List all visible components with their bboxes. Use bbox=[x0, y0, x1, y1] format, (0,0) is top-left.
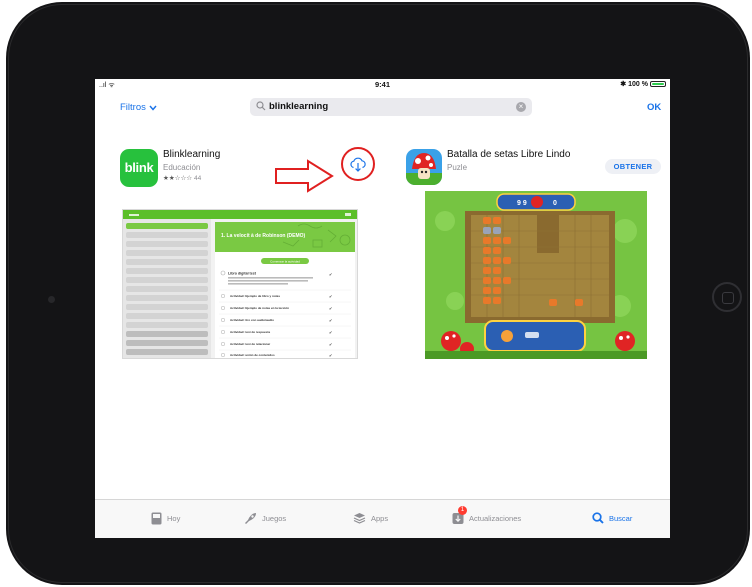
svg-text:✔: ✔ bbox=[329, 342, 332, 347]
ok-button[interactable]: OK bbox=[647, 102, 661, 113]
preview-start-button: Comenzar la actividad bbox=[270, 260, 300, 264]
preview-header-title: 1. La velocit à de Robinson (DEMO) bbox=[221, 233, 306, 239]
app-name[interactable]: Blinklearning bbox=[163, 149, 220, 160]
search-input[interactable]: blinklearning × bbox=[250, 98, 532, 116]
preview-list-item: Actividad: tiro con audio/audio bbox=[230, 318, 274, 322]
status-time: 9:41 bbox=[374, 80, 390, 89]
status-bar: ..ıl ᯤ 9:41 ✱ 100 % bbox=[95, 79, 670, 91]
tab-label: Actualizaciones bbox=[469, 513, 522, 523]
svg-text:✔: ✔ bbox=[329, 272, 332, 277]
app-rating: ★★☆☆☆ 44 bbox=[163, 174, 201, 182]
game-screenshot[interactable]: 9 9 0 bbox=[425, 191, 647, 359]
tab-apps[interactable]: Apps bbox=[353, 512, 388, 524]
preview-list-item: Actividad: Ejemplo de notas en la lecció… bbox=[230, 306, 289, 310]
tab-search[interactable]: Buscar bbox=[592, 512, 632, 524]
battery-status: ✱ 100 % bbox=[620, 80, 666, 88]
rating-count: 44 bbox=[193, 175, 202, 182]
app-store-screen: ..ıl ᯤ 9:41 ✱ 100 % Filtros blinklearnin… bbox=[95, 79, 670, 538]
preview-list-item: Actividad: test de respuesta bbox=[230, 330, 270, 334]
get-button[interactable]: OBTENER bbox=[605, 159, 661, 174]
search-icon bbox=[592, 512, 604, 524]
tab-bar: Hoy Juegos Apps 1 Actualizaciones Buscar bbox=[95, 499, 670, 538]
game-score-right: 0 bbox=[553, 200, 557, 207]
game-score-left: 9 9 bbox=[517, 200, 527, 207]
tab-label: Hoy bbox=[167, 514, 181, 523]
app-name[interactable]: Batalla de setas Libre Lindo bbox=[447, 149, 570, 160]
mushroom-game-app-icon[interactable] bbox=[406, 149, 442, 185]
preview-list-item: Actividad: test de relacionar bbox=[230, 342, 271, 346]
home-button[interactable] bbox=[712, 282, 742, 312]
blinklearning-screenshot[interactable]: 1. La velocit à de Robinson (DEMO) Comen… bbox=[122, 209, 358, 359]
svg-text:✔: ✔ bbox=[329, 294, 332, 299]
tab-label: Juegos bbox=[262, 514, 287, 523]
game-preview-image: 9 9 0 bbox=[425, 191, 647, 359]
mushroom-icon bbox=[406, 149, 442, 185]
preview-section-title: Libro digital test bbox=[228, 272, 257, 276]
svg-text:✔: ✔ bbox=[329, 318, 332, 323]
today-icon bbox=[151, 512, 162, 525]
ipad-device-frame: ..ıl ᯤ 9:41 ✱ 100 % Filtros blinklearnin… bbox=[6, 2, 750, 585]
battery-icon bbox=[650, 81, 666, 87]
preview-list-item: Actividad: Ejemplo de libro y notas bbox=[230, 294, 280, 298]
tab-label: Apps bbox=[371, 513, 389, 523]
app-category: Puzle bbox=[447, 163, 468, 172]
svg-text:✔: ✔ bbox=[329, 330, 332, 335]
preview-list-item: Actividad: unión de contenidos bbox=[230, 353, 275, 357]
updates-badge: 1 bbox=[458, 506, 467, 515]
search-query: blinklearning bbox=[269, 101, 329, 112]
filters-label: Filtros bbox=[120, 102, 146, 113]
tab-today[interactable]: Hoy bbox=[151, 512, 180, 525]
annotation-arrow-icon bbox=[275, 159, 334, 193]
tab-updates[interactable]: 1 Actualizaciones bbox=[452, 506, 522, 524]
blinklearning-preview-image: 1. La velocit à de Robinson (DEMO) Comen… bbox=[123, 210, 357, 358]
search-icon bbox=[256, 101, 266, 111]
app-category: Educación bbox=[163, 163, 201, 172]
apps-stack-icon bbox=[353, 513, 366, 524]
tab-games[interactable]: Juegos bbox=[243, 512, 286, 525]
download-cloud-button[interactable] bbox=[341, 147, 375, 181]
rating-stars: ★★☆☆☆ bbox=[163, 175, 193, 182]
camera-icon bbox=[48, 296, 55, 303]
battery-percent: 100 % bbox=[628, 80, 648, 88]
filters-button[interactable]: Filtros bbox=[120, 102, 157, 113]
games-rocket-icon bbox=[245, 513, 256, 524]
svg-text:✔: ✔ bbox=[329, 306, 332, 311]
bluetooth-icon: ✱ bbox=[620, 81, 627, 88]
chevron-down-icon bbox=[149, 105, 157, 111]
tab-label: Buscar bbox=[609, 513, 633, 523]
clear-search-icon[interactable]: × bbox=[516, 102, 526, 112]
cloud-download-icon bbox=[350, 157, 366, 172]
svg-text:✔: ✔ bbox=[329, 353, 332, 358]
blinklearning-app-icon[interactable]: blink bbox=[120, 149, 158, 187]
